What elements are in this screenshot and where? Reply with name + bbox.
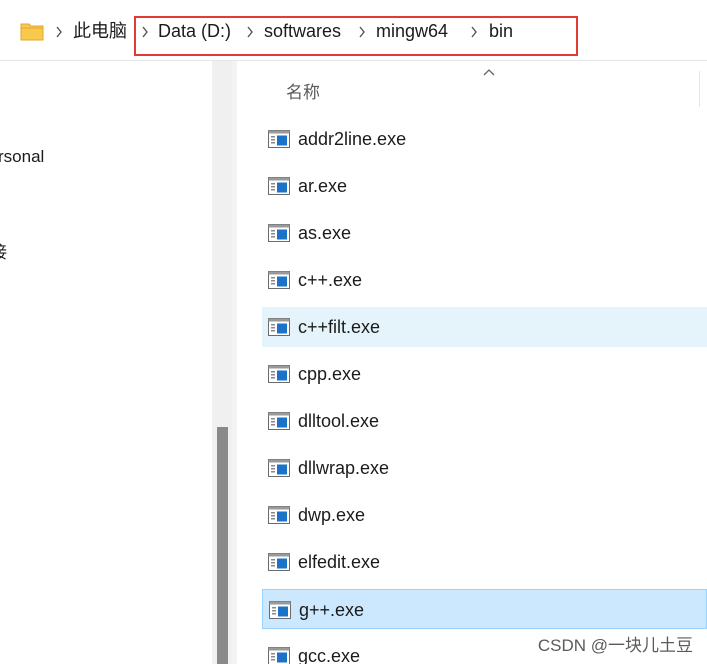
file-row[interactable]: dlltool.exe — [262, 401, 707, 441]
file-row[interactable]: cpp.exe — [262, 354, 707, 394]
chevron-right-icon[interactable] — [55, 20, 63, 38]
file-row[interactable]: c++filt.exe — [262, 307, 707, 347]
file-row[interactable]: elfedit.exe — [262, 542, 707, 582]
exe-file-icon — [268, 130, 290, 148]
chevron-right-icon[interactable] — [246, 20, 254, 38]
file-name: as.exe — [298, 223, 352, 243]
exe-file-icon — [268, 459, 290, 477]
chevron-right-icon[interactable] — [358, 20, 366, 38]
file-list: 名称 addr2line.exe ar.exe as.exe c++.exe c++fi… — [237, 61, 707, 664]
file-name: elfedit.exe — [298, 552, 381, 572]
file-row[interactable]: ar.exe — [262, 166, 707, 206]
exe-file-icon — [268, 224, 290, 242]
file-name: dwp.exe — [298, 505, 366, 525]
watermark: CSDN @一块儿土豆 — [537, 636, 693, 655]
navigation-pane: rsonal 接 — [0, 61, 232, 664]
breadcrumb-bin[interactable]: bin — [489, 19, 513, 43]
folder-icon — [20, 23, 44, 41]
breadcrumb-softwares[interactable]: softwares — [264, 19, 341, 43]
nav-scrollbar-thumb[interactable] — [217, 427, 228, 664]
file-row[interactable]: dllwrap.exe — [262, 448, 707, 488]
file-name: c++.exe — [298, 270, 363, 290]
file-row[interactable]: as.exe — [262, 213, 707, 253]
file-name: cpp.exe — [298, 364, 362, 384]
file-name: dlltool.exe — [298, 411, 380, 431]
address-bar[interactable]: 此电脑 Data (D:) softwares mingw64 bin — [0, 0, 707, 61]
breadcrumb-data-drive[interactable]: Data (D:) — [158, 19, 231, 43]
sort-ascending-icon[interactable] — [483, 68, 495, 76]
breadcrumb-this-pc[interactable]: 此电脑 — [73, 19, 127, 43]
column-divider[interactable] — [699, 71, 700, 107]
file-row[interactable]: c++.exe — [262, 260, 707, 300]
file-name: c++filt.exe — [298, 317, 381, 337]
file-name: gcc.exe — [298, 646, 361, 664]
exe-file-icon — [268, 365, 290, 383]
exe-file-icon — [268, 647, 290, 664]
chevron-right-icon[interactable] — [470, 20, 478, 38]
exe-file-icon — [268, 271, 290, 289]
exe-file-icon — [268, 318, 290, 336]
exe-file-icon — [268, 177, 290, 195]
file-name: dllwrap.exe — [298, 458, 390, 478]
nav-item-personal[interactable]: rsonal — [0, 146, 44, 168]
file-name: addr2line.exe — [298, 129, 407, 149]
exe-file-icon — [268, 506, 290, 524]
file-name: ar.exe — [298, 176, 348, 196]
exe-file-icon — [268, 412, 290, 430]
file-row[interactable]: dwp.exe — [262, 495, 707, 535]
exe-file-icon — [268, 553, 290, 571]
exe-file-icon — [269, 601, 291, 619]
nav-item-partial[interactable]: 接 — [0, 242, 7, 264]
column-header-name[interactable]: 名称 — [286, 78, 320, 103]
file-row[interactable]: addr2line.exe — [262, 119, 707, 159]
file-name: g++.exe — [299, 600, 365, 620]
breadcrumb-mingw64[interactable]: mingw64 — [376, 19, 448, 43]
chevron-right-icon[interactable] — [141, 20, 149, 38]
file-explorer-window: 此电脑 Data (D:) softwares mingw64 bin rson… — [0, 0, 707, 664]
file-row[interactable]: g++.exe — [262, 589, 707, 629]
